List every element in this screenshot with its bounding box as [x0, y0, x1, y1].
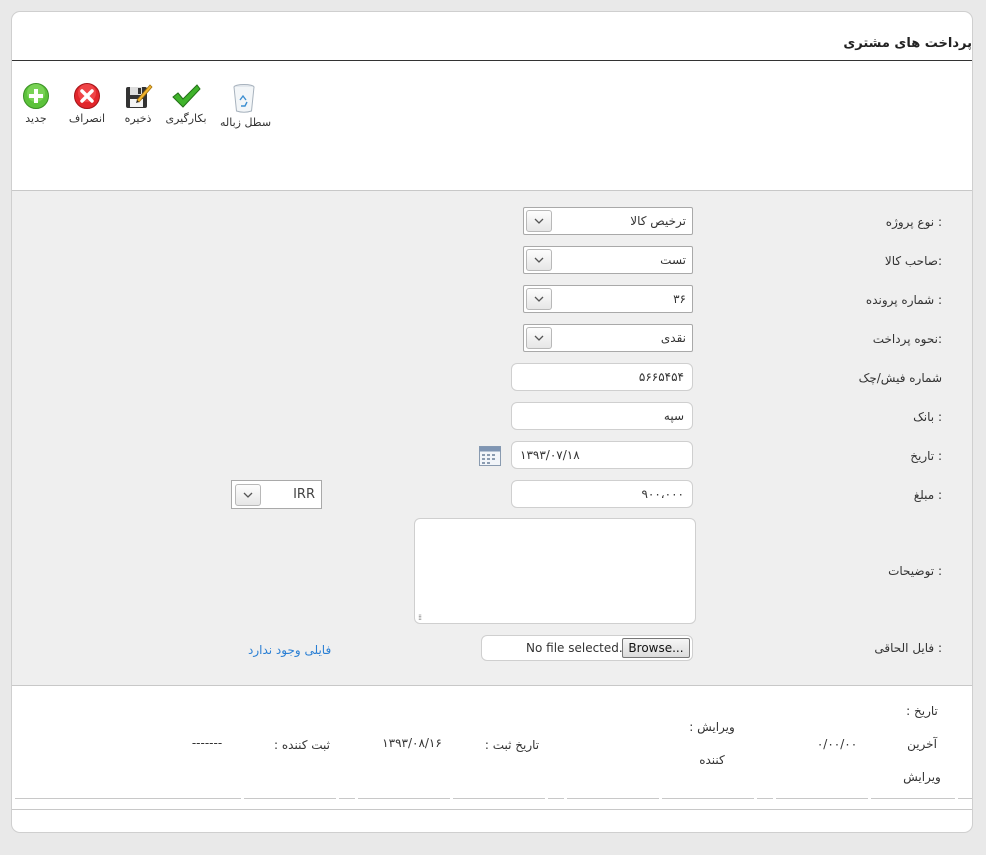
file-number-label: شماره پرونده :: [865, 293, 942, 307]
cancel-label: انصراف: [68, 112, 106, 125]
floppy-disk-icon: [126, 84, 153, 108]
add-icon: [23, 83, 49, 109]
currency-value: IRR: [293, 487, 315, 502]
amount-input[interactable]: ۹۰۰،۰۰۰: [511, 480, 693, 508]
footer-divider: [339, 798, 355, 799]
chevron-down-icon[interactable]: [526, 210, 552, 232]
goods-owner-select[interactable]: تست: [523, 246, 693, 274]
bank-value: سپه: [663, 409, 684, 423]
title-divider: [12, 60, 972, 61]
date-value: ۱۳۹۳/۰۷/۱۸: [520, 448, 580, 462]
register-date-value: ۱۳۹۳/۰۸/۱۶: [382, 736, 442, 750]
receipt-number-label: شماره فیش/چک: [858, 371, 942, 385]
project-type-label: نوع پروژه :: [885, 215, 942, 229]
file-number-value: ۳۶: [673, 292, 686, 306]
calendar-icon[interactable]: [479, 446, 501, 466]
no-file-link[interactable]: فایلی وجود ندارد: [248, 643, 331, 657]
apply-button[interactable]: بکارگیری: [162, 82, 210, 125]
description-textarea[interactable]: ⁞⁞: [414, 518, 696, 624]
browse-button[interactable]: Browse...: [622, 638, 690, 658]
footer-divider: [958, 798, 972, 799]
payment-form: نوع پروژه : ترخیص کالا صاحب کالا: تست شم…: [12, 190, 972, 686]
project-type-select[interactable]: ترخیص کالا: [523, 207, 693, 235]
receipt-number-value: ۵۶۶۵۴۵۴: [638, 370, 684, 384]
last-edit-date-label-1: : تاریخ: [906, 704, 938, 718]
amount-label: مبلغ :: [913, 488, 942, 502]
panel-bottom-divider: [12, 809, 972, 810]
last-edit-date-label-2: آخرین: [907, 737, 937, 751]
footer-divider: [776, 798, 868, 799]
trash-label: سطل زباله: [220, 116, 272, 129]
goods-owner-value: تست: [660, 253, 686, 267]
register-date-label: : تاریخ ثبت: [484, 738, 540, 752]
attachment-label: فایل الحاقی :: [874, 641, 942, 655]
new-button[interactable]: جدید: [12, 82, 60, 125]
footer-divider: [548, 798, 564, 799]
payment-method-value: نقدی: [660, 331, 686, 345]
page-title: پرداخت های مشتری: [843, 36, 972, 51]
recycle-bin-icon: [233, 84, 255, 113]
file-number-select[interactable]: ۳۶: [523, 285, 693, 313]
footer-divider: [244, 798, 336, 799]
chevron-down-icon[interactable]: [526, 288, 552, 310]
project-type-value: ترخیص کالا: [630, 214, 686, 228]
cancel-icon: [74, 83, 100, 109]
currency-select[interactable]: IRR: [231, 480, 322, 509]
cancel-button[interactable]: انصراف: [63, 82, 111, 125]
footer-divider: [358, 798, 450, 799]
footer-divider: [662, 798, 754, 799]
footer-divider: [871, 798, 955, 799]
save-label: ذخیره: [124, 112, 152, 125]
last-edit-date-value: ۰/۰۰/۰۰: [816, 737, 858, 751]
date-input[interactable]: ۱۳۹۳/۰۷/۱۸: [511, 441, 693, 469]
amount-value: ۹۰۰،۰۰۰: [641, 487, 684, 501]
footer-divider: [453, 798, 545, 799]
bank-label: بانک :: [913, 410, 942, 424]
resize-grip-icon[interactable]: ⁞⁞: [418, 613, 422, 622]
file-status: No file selected.: [526, 641, 623, 655]
payment-method-select[interactable]: نقدی: [523, 324, 693, 352]
apply-label: بکارگیری: [165, 112, 207, 125]
goods-owner-label: صاحب کالا:: [884, 254, 942, 268]
new-label: جدید: [25, 112, 47, 125]
registrar-label: : ثبت کننده: [274, 738, 330, 752]
checkmark-icon: [172, 84, 201, 108]
payment-method-label: نحوه پرداخت:: [872, 332, 942, 346]
editor-label-1: : ویرایش: [689, 720, 735, 734]
receipt-number-input[interactable]: ۵۶۶۵۴۵۴: [511, 363, 693, 391]
chevron-down-icon[interactable]: [235, 484, 261, 506]
save-button[interactable]: ذخیره: [114, 82, 162, 125]
attachment-file-input[interactable]: No file selected. Browse...: [481, 635, 693, 661]
footer-divider: [15, 798, 241, 799]
chevron-down-icon[interactable]: [526, 327, 552, 349]
footer-divider: [757, 798, 773, 799]
last-edit-date-label-3: ویرایش: [903, 770, 941, 784]
editor-label-2: کننده: [699, 753, 725, 767]
description-label: توضیحات :: [888, 564, 942, 578]
registrar-value: -------: [191, 736, 223, 750]
trash-button[interactable]: سطل زباله: [220, 82, 272, 129]
chevron-down-icon[interactable]: [526, 249, 552, 271]
customer-payments-panel: پرداخت های مشتری جدید انصراف ذخیره بکارگ…: [11, 11, 973, 833]
bank-input[interactable]: سپه: [511, 402, 693, 430]
record-info: : تاریخ آخرین ویرایش ۰/۰۰/۰۰ : ویرایش کن…: [12, 687, 972, 801]
date-label: تاریخ :: [910, 449, 942, 463]
footer-divider: [567, 798, 659, 799]
